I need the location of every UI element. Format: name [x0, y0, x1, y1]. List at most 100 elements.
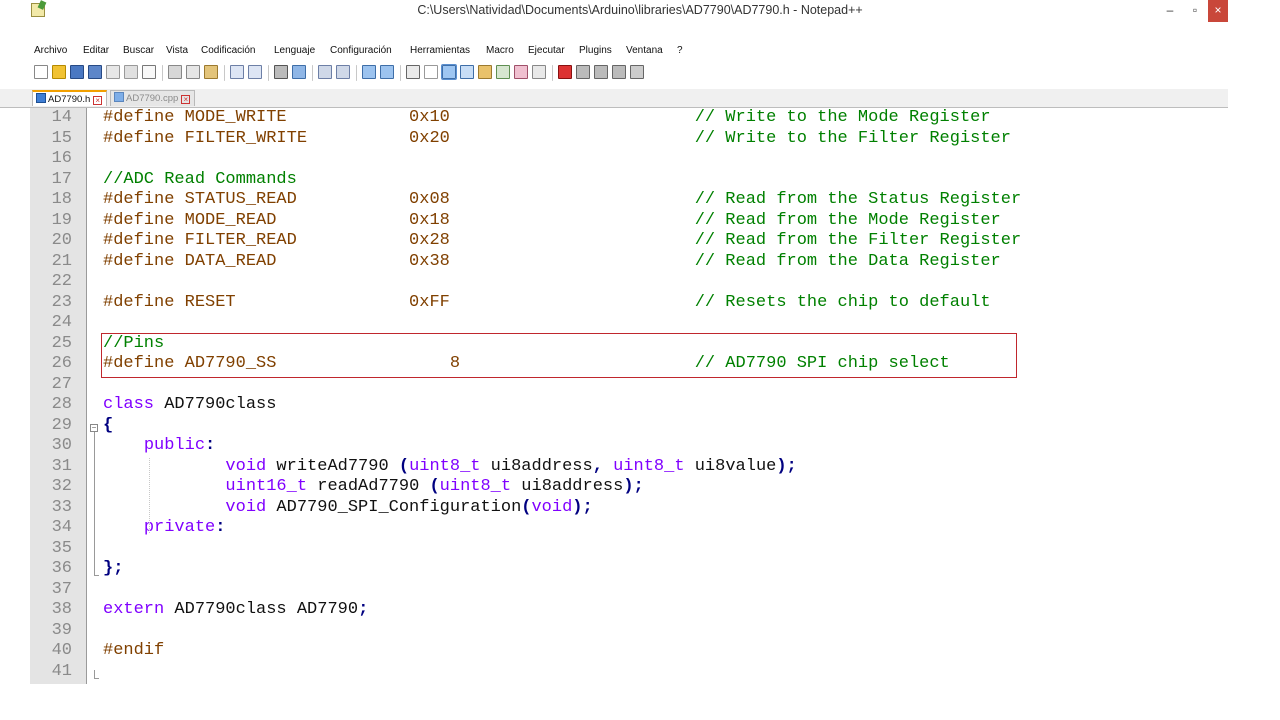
code-token: uint8_t: [439, 477, 512, 496]
redo-icon[interactable]: [248, 65, 262, 79]
find-icon[interactable]: [274, 65, 288, 79]
menu-plugins[interactable]: Plugins: [579, 45, 612, 56]
code-line[interactable]: };: [103, 559, 123, 580]
menu-buscar[interactable]: Buscar: [123, 45, 154, 56]
tab-ad7790-h[interactable]: AD7790.h ×: [32, 90, 108, 106]
line-number: 40: [51, 641, 72, 660]
line-number: 20: [51, 231, 72, 250]
toolbar: [0, 61, 1228, 85]
replace-icon[interactable]: [292, 65, 306, 79]
save-macro-icon[interactable]: [630, 65, 644, 79]
menu-vista[interactable]: Vista: [166, 45, 188, 56]
undo-icon[interactable]: [230, 65, 244, 79]
code-token: // Read from the Mode Register: [694, 210, 1001, 230]
tab-bar: AD7790.h × AD7790.cpp ×: [0, 89, 1228, 108]
minimize-button[interactable]: –: [1156, 0, 1184, 22]
menu-macro[interactable]: Macro: [486, 45, 514, 56]
save-all-icon[interactable]: [88, 65, 102, 79]
line-number: 17: [51, 169, 72, 189]
notepadpp-window: C:\Users\Natividad\Documents\Arduino\lib…: [0, 0, 1228, 684]
indent-guide-icon[interactable]: [441, 64, 457, 80]
line-number: 24: [51, 313, 72, 332]
play-macro-icon[interactable]: [594, 65, 608, 79]
code-line[interactable]: void AD7790_SPI_Configuration(void);: [103, 498, 592, 519]
menu-ventana[interactable]: Ventana: [626, 45, 663, 56]
code-token: public: [143, 436, 206, 455]
cut-icon[interactable]: [168, 65, 182, 79]
record-macro-icon[interactable]: [558, 65, 572, 79]
udl-icon[interactable]: [460, 65, 474, 79]
indent-guide: [149, 458, 151, 533]
line-number: 18: [51, 190, 72, 209]
code-line[interactable]: #define FILTER_READ 0x28 // Read from th…: [103, 231, 1021, 252]
close-all-icon[interactable]: [124, 65, 138, 79]
code-line[interactable]: //ADC Read Commands: [103, 170, 297, 191]
code-line[interactable]: {: [103, 416, 113, 437]
menu-archivo[interactable]: Archivo: [34, 45, 67, 56]
paste-icon[interactable]: [204, 65, 218, 79]
tab-label: AD7790.cpp: [126, 93, 179, 104]
folder-workspace-icon[interactable]: [514, 65, 528, 79]
run-macro-multiple-icon[interactable]: [612, 65, 626, 79]
menu-configuracion[interactable]: Configuración: [330, 45, 392, 56]
code-line[interactable]: #define MODE_WRITE 0x10 // Write to the …: [103, 108, 991, 129]
code-line[interactable]: #define AD7790_SS 8 // AD7790 SPI chip s…: [103, 354, 950, 375]
menu-help[interactable]: ?: [677, 45, 683, 56]
print-icon[interactable]: [142, 65, 156, 79]
function-list-icon[interactable]: [496, 65, 510, 79]
new-file-icon[interactable]: [34, 65, 48, 79]
show-all-chars-icon[interactable]: [424, 65, 438, 79]
code-line[interactable]: void writeAd7790 (uint8_t ui8address, ui…: [103, 456, 796, 478]
menu-ejecutar[interactable]: Ejecutar: [528, 45, 565, 56]
close-file-icon[interactable]: [106, 65, 120, 79]
copy-icon[interactable]: [186, 65, 200, 79]
line-number: 37: [51, 579, 72, 599]
code-token: class: [103, 395, 155, 414]
close-tab-icon[interactable]: ×: [93, 96, 103, 105]
zoom-out-icon[interactable]: [336, 65, 350, 79]
code-token: #define DATA_READ 0x38: [103, 251, 695, 271]
code-token: :: [215, 518, 226, 537]
code-token: // Write to the Mode Register: [694, 108, 991, 127]
doc-map-icon[interactable]: [478, 65, 492, 79]
maximize-button[interactable]: ▫: [1181, 0, 1209, 22]
code-line[interactable]: public:: [103, 436, 215, 457]
code-line[interactable]: #define MODE_READ 0x18 // Read from the …: [103, 211, 1001, 232]
fold-collapse-icon[interactable]: −: [90, 424, 98, 432]
sync-horizontal-icon[interactable]: [380, 65, 394, 79]
menu-editar[interactable]: Editar: [83, 45, 109, 56]
close-tab-icon[interactable]: ×: [181, 95, 191, 104]
zoom-in-icon[interactable]: [318, 65, 332, 79]
word-wrap-icon[interactable]: [406, 65, 420, 79]
code-line[interactable]: uint16_t readAd7790 (uint8_t ui8address)…: [103, 477, 643, 498]
save-icon[interactable]: [70, 65, 84, 79]
stop-macro-icon[interactable]: [576, 65, 590, 79]
sync-vertical-icon[interactable]: [362, 65, 376, 79]
code-token: #define RESET 0xFF: [103, 292, 695, 312]
file-icon: [114, 92, 124, 102]
code-line[interactable]: class AD7790class: [103, 395, 276, 416]
tab-ad7790-cpp[interactable]: AD7790.cpp ×: [110, 90, 196, 106]
code-token: // Read from the Status Register: [694, 190, 1022, 209]
code-line[interactable]: extern AD7790class AD7790;: [103, 600, 368, 621]
code-line[interactable]: private:: [103, 518, 226, 539]
monitoring-icon[interactable]: [532, 65, 546, 79]
menu-codificacion[interactable]: Codificación: [201, 45, 255, 56]
code-line[interactable]: #define DATA_READ 0x38 // Read from the …: [103, 252, 1001, 273]
code-token: ui8address: [480, 456, 593, 476]
code-line[interactable]: #define RESET 0xFF // Resets the chip to…: [103, 293, 991, 314]
code-line[interactable]: #endif: [103, 641, 164, 662]
code-line[interactable]: //Pins: [103, 334, 164, 355]
close-button[interactable]: ×: [1208, 0, 1228, 22]
open-file-icon[interactable]: [52, 65, 66, 79]
code-editor[interactable]: 14 15 16 17 18 19 20 21 22 23 24 25 26 27 28 29 30 31 32 33…: [0, 108, 1228, 684]
menu-herramientas[interactable]: Herramientas: [410, 45, 470, 56]
line-number: 29: [51, 415, 72, 435]
line-number: 28: [51, 395, 72, 414]
code-line[interactable]: #define FILTER_WRITE 0x20 // Write to th…: [103, 129, 1011, 150]
menu-lenguaje[interactable]: Lenguaje: [274, 45, 315, 56]
code-line[interactable]: #define STATUS_READ 0x08 // Read from th…: [103, 190, 1021, 211]
